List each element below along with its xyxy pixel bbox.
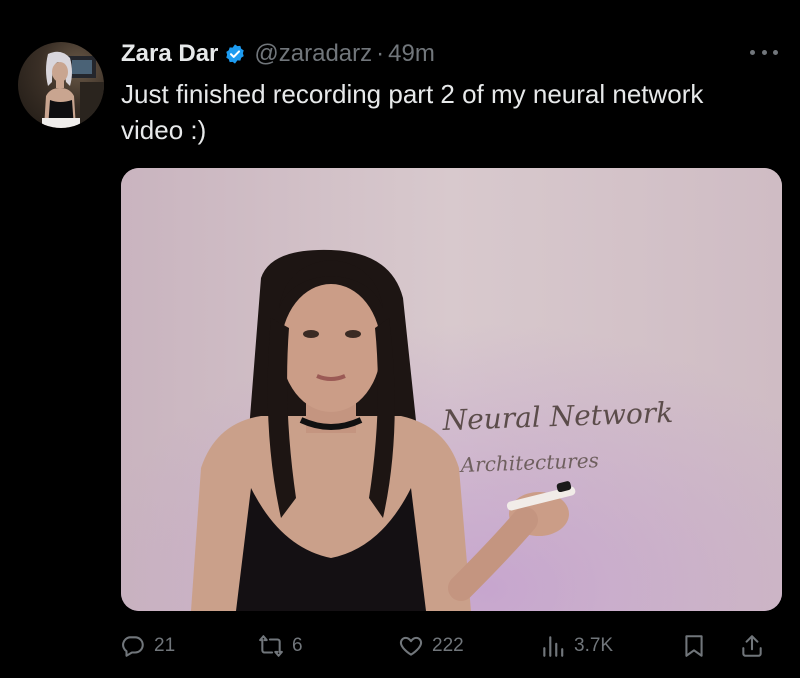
author-handle[interactable]: @zaradarz <box>254 40 372 68</box>
retweet-icon <box>259 635 283 657</box>
share-button[interactable] <box>739 622 765 670</box>
bookmark-icon <box>685 635 703 657</box>
like-count: 222 <box>432 635 464 656</box>
avatar-image <box>42 51 104 128</box>
share-icon <box>742 635 762 657</box>
author-name[interactable]: Zara Dar <box>121 40 218 68</box>
reply-button[interactable]: 21 <box>120 622 175 670</box>
reply-icon <box>122 636 144 657</box>
views-button[interactable]: 3.7K <box>540 622 613 670</box>
tweet-timestamp[interactable]: 49m <box>388 40 435 68</box>
retweet-button[interactable]: 6 <box>258 622 303 670</box>
views-icon <box>543 636 564 657</box>
like-button[interactable]: 222 <box>398 622 464 670</box>
reply-count: 21 <box>154 635 176 656</box>
retweet-count: 6 <box>292 635 303 656</box>
tweet-action-bar: 21 6 222 3.7K <box>0 622 800 670</box>
whiteboard-subtitle: Architectures <box>458 448 599 477</box>
tweet-text: Just finished recording part 2 of my neu… <box>121 79 704 145</box>
tweet-header: Zara Dar @zaradarz · 49m <box>121 36 435 72</box>
media-photo: Neural Network Architectures <box>121 168 782 611</box>
bookmark-button[interactable] <box>681 622 707 670</box>
views-count: 3.7K <box>574 635 614 656</box>
separator-dot: · <box>376 40 385 67</box>
avatar[interactable] <box>18 42 104 128</box>
verified-badge-icon <box>226 44 245 64</box>
tweet-media-image[interactable]: Neural Network Architectures <box>121 168 782 611</box>
like-icon <box>399 636 423 656</box>
more-icon[interactable] <box>750 40 778 64</box>
